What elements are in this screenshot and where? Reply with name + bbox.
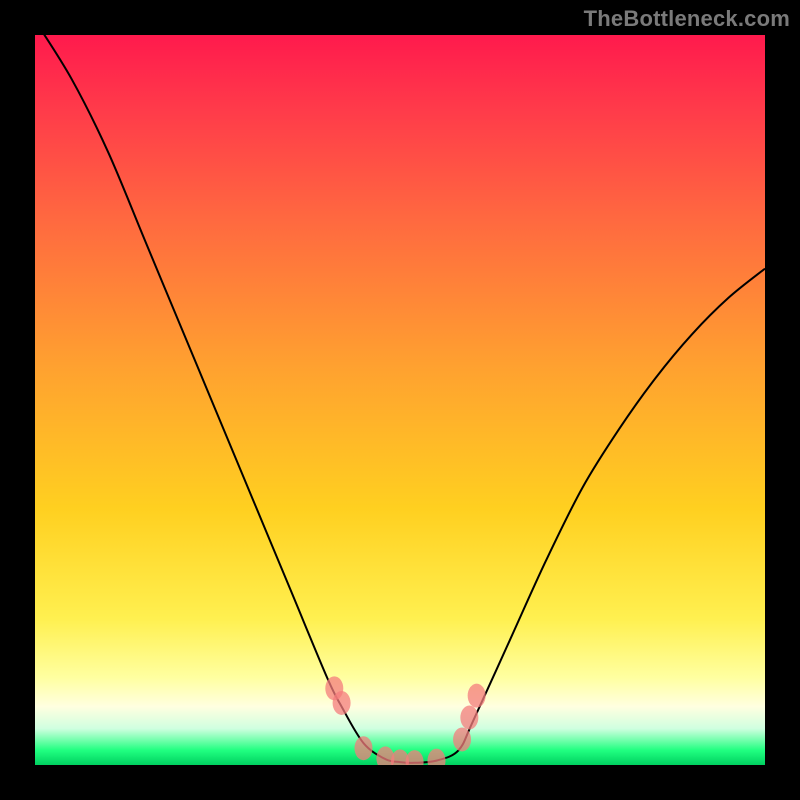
plot-area xyxy=(35,35,765,765)
data-marker xyxy=(333,691,351,715)
watermark-text: TheBottleneck.com xyxy=(584,6,790,32)
data-marker xyxy=(428,749,446,765)
chart-frame: TheBottleneck.com xyxy=(0,0,800,800)
data-marker xyxy=(406,750,424,765)
bottleneck-curve xyxy=(35,35,765,765)
data-marker xyxy=(355,736,373,760)
data-marker xyxy=(468,684,486,708)
data-marker xyxy=(453,727,471,751)
data-marker xyxy=(460,706,478,730)
